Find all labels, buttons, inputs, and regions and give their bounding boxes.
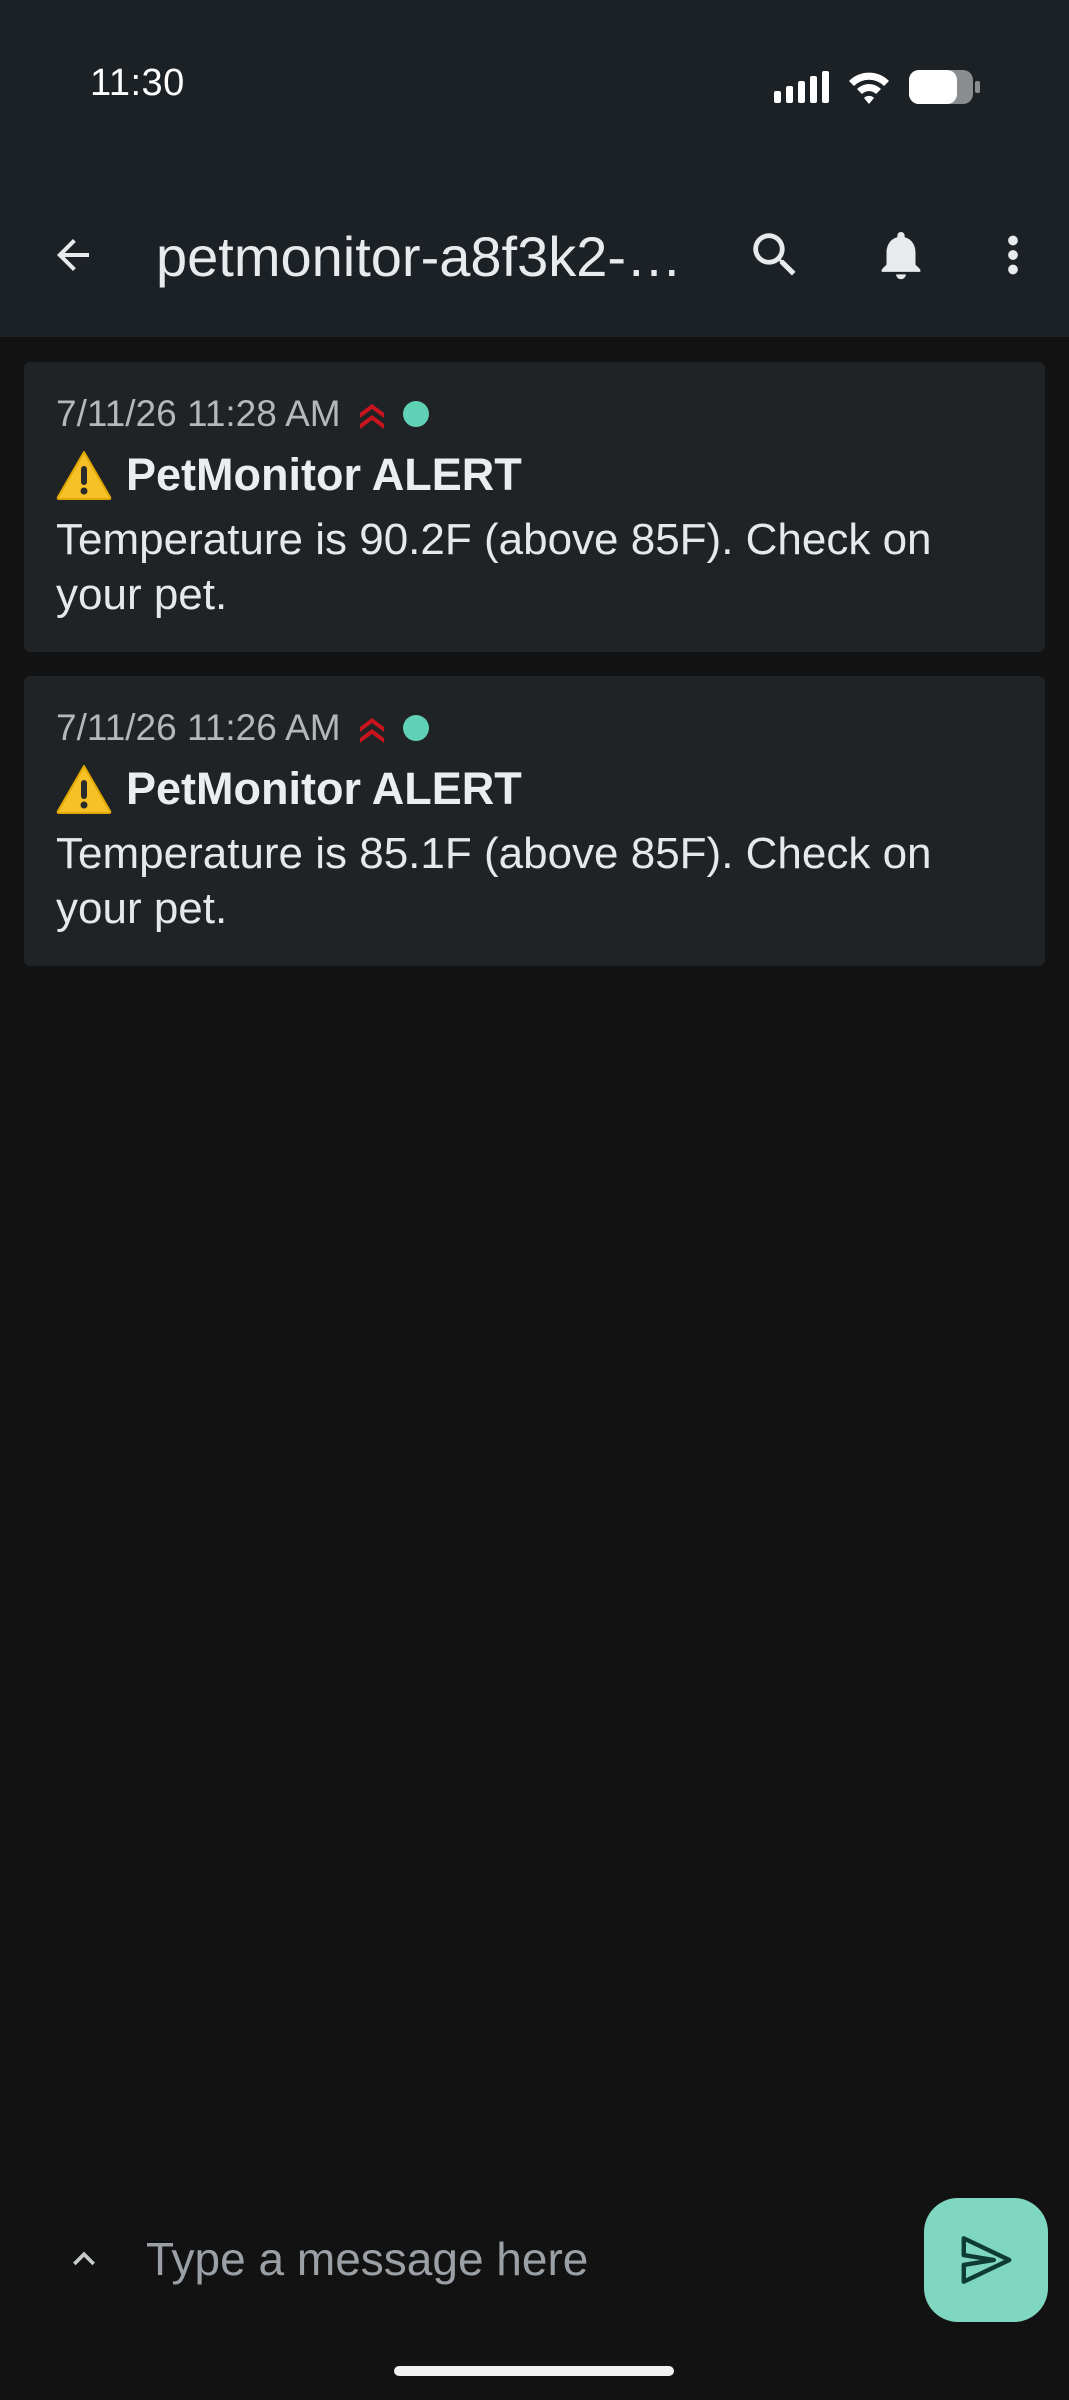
topic-title: petmonitor-a8f3k2-… xyxy=(156,225,683,288)
search-icon xyxy=(753,233,796,276)
new-indicator-dot xyxy=(402,715,429,741)
notification-title: PetMonitor ALERT xyxy=(126,763,522,814)
notification-body: Temperature is 85.1F (above 85F). Check … xyxy=(56,829,932,933)
notification-list: 7/11/26 11:28 AM PetMonitor ALERT Temper… xyxy=(24,362,1045,990)
home-indicator[interactable] xyxy=(394,2366,674,2376)
message-input[interactable] xyxy=(146,2221,886,2297)
notification-title-row: PetMonitor ALERT xyxy=(56,758,1013,820)
send-icon xyxy=(961,2236,1012,2284)
notifications-button[interactable] xyxy=(868,222,934,288)
top-bar: 11:30 petmonitor-a8f3k2-… xyxy=(0,0,1069,337)
back-button[interactable] xyxy=(40,222,106,288)
notification-body: Temperature is 90.2F (above 85F). Check … xyxy=(56,515,932,619)
status-time: 11:30 xyxy=(90,62,185,104)
warning-icon xyxy=(56,450,112,500)
notification-title: PetMonitor ALERT xyxy=(126,449,522,500)
notification-time: 7/11/26 11:28 AM xyxy=(56,393,341,434)
bell-icon xyxy=(881,232,921,280)
notification-card[interactable]: 7/11/26 11:26 AM PetMonitor ALERT Temper… xyxy=(24,676,1045,966)
notification-title-row: PetMonitor ALERT xyxy=(56,444,1013,506)
back-arrow-icon xyxy=(57,239,89,271)
battery-icon xyxy=(909,70,980,104)
expand-button[interactable] xyxy=(56,2231,112,2287)
high-priority-icon xyxy=(357,399,387,429)
app-bar: petmonitor-a8f3k2-… xyxy=(0,200,1069,310)
send-button[interactable] xyxy=(924,2198,1048,2322)
search-button[interactable] xyxy=(742,222,808,288)
signal-icon xyxy=(774,71,829,103)
high-priority-icon xyxy=(357,713,387,743)
wifi-icon xyxy=(849,72,889,104)
notification-time: 7/11/26 11:26 AM xyxy=(56,707,341,748)
notification-meta: 7/11/26 11:26 AM xyxy=(56,706,1013,750)
more-options-button[interactable] xyxy=(980,222,1046,288)
more-vert-icon xyxy=(1008,235,1018,275)
warning-icon xyxy=(56,764,112,814)
chevron-up-icon xyxy=(73,2251,95,2266)
notification-meta: 7/11/26 11:28 AM xyxy=(56,392,1013,436)
message-composer xyxy=(0,2195,1069,2325)
new-indicator-dot xyxy=(402,401,429,427)
notification-card[interactable]: 7/11/26 11:28 AM PetMonitor ALERT Temper… xyxy=(24,362,1045,652)
status-icons xyxy=(774,64,981,110)
